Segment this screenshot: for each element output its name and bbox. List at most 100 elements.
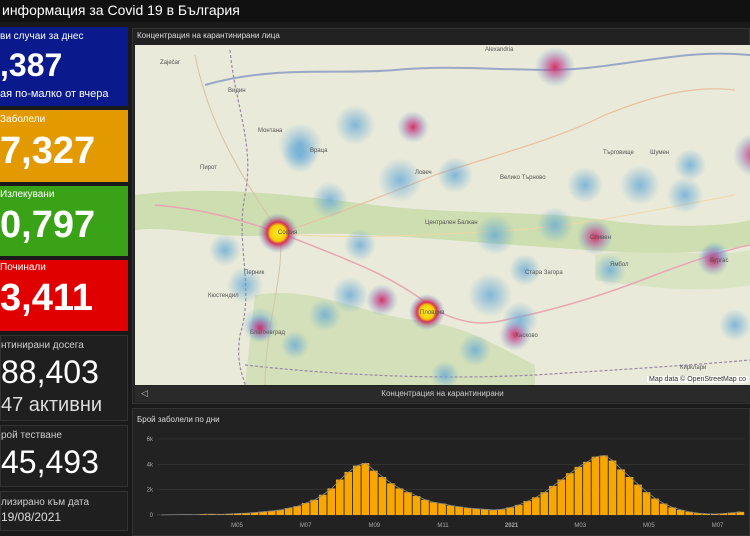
chart-bar[interactable] [659,503,668,515]
chart-bar[interactable] [583,461,591,515]
infected-label: Заболели [0,114,46,125]
recovered-label: Излекувани [0,189,55,200]
infected-value: 7,327 [0,130,96,172]
map-place-label: Alexandria [485,47,514,53]
chart-bar[interactable] [608,460,617,515]
chart-bar[interactable] [361,463,370,515]
chart-bar[interactable] [335,479,344,515]
infected-card: Заболели 7,327 [0,110,128,182]
chart-x-tick-label: M07 [300,523,312,529]
updated-date: 19/08/2021 [1,510,62,524]
tests-label: рой тестване [1,430,62,441]
chart-x-tick-label: 2021 [505,523,519,529]
recovered-card: Излекувани 0,797 [0,186,128,256]
cases-chart[interactable]: 0 2k 4k 6k M05 M07 M09 M11 2021 M03 M05 M07 [133,409,749,535]
chart-bar[interactable] [344,471,353,515]
quarantined-card: нтинирани досега 88,403 47 активни [0,335,128,421]
chart-bar[interactable] [472,508,480,515]
chart-bar[interactable] [549,485,557,515]
chart-y-tick-label: 4k [147,462,154,468]
map-place-label: Ловеч [415,170,432,176]
map-place-label: Сливен [590,235,611,241]
map-place-label: Централен Балкан [425,220,478,226]
updated-card: лизирано към дата 19/08/2021 [0,491,128,531]
chart-bar[interactable] [600,455,608,515]
chart-bar[interactable] [540,492,549,515]
map-place-label: Пирот [200,165,217,171]
new-cases-card: ви случаи за днес ,387 ая по-малко от вч… [0,27,128,106]
chart-bar[interactable] [497,509,506,515]
chart-bar[interactable] [463,508,472,515]
map-place-label: Бургас [710,258,729,264]
chart-bar[interactable] [574,466,583,515]
map-svg [135,47,750,385]
map-panel-title: Концентрация на карантинирани лица [137,31,280,40]
chart-bar[interactable] [591,456,600,515]
map-place-label: Хасково [515,333,538,339]
chart-bar[interactable] [506,507,515,515]
quarantined-value: 88,403 [1,354,99,390]
chart-bar[interactable] [625,477,634,515]
chart-x-tick-label: M07 [712,523,724,529]
new-cases-comparison: ая по-малко от вчера [0,88,109,100]
chart-bar[interactable] [489,509,498,515]
chart-bar[interactable] [429,502,438,515]
map-place-label: Перник [244,270,265,276]
chart-bar[interactable] [412,496,421,515]
chart-bar[interactable] [668,507,676,515]
chart-bar[interactable] [421,499,429,515]
chart-bar[interactable] [455,506,463,515]
chart-bar[interactable] [514,504,523,515]
chart-bar[interactable] [293,506,302,515]
chart-x-tick-label: M09 [368,523,380,529]
chart-bar[interactable] [557,479,566,515]
deaths-value: 3,411 [0,277,93,319]
chart-bar[interactable] [301,502,310,515]
map-place-label: София [278,230,298,236]
chart-bar[interactable] [642,492,651,515]
chart-bar[interactable] [404,492,412,515]
chart-bar[interactable] [480,509,489,515]
chart-y-tick-label: 2k [147,488,154,494]
map-place-label: Шумен [650,150,670,156]
new-cases-value: ,387 [0,47,63,83]
cases-chart-panel: Брой заболели по дни 0 2k 4k 6k M05 M07 M09 M11… [132,408,750,536]
map-footer-label[interactable]: Концентрация на карантинирани [135,389,750,398]
chart-bar[interactable] [523,501,532,515]
chart-bar[interactable] [318,494,327,515]
map-place-label: Стара Загора [525,270,563,276]
chart-bar[interactable] [446,505,455,516]
chart-bar[interactable] [566,473,574,515]
map-place-label: Кирклари [680,365,707,371]
chart-bar[interactable] [531,497,540,515]
chart-bar[interactable] [438,503,446,515]
chart-bar[interactable] [378,477,387,515]
dashboard-title: информация за Covid 19 в България [0,0,750,22]
map-place-label: Враца [310,148,328,154]
map-footer-bar: ◁ Концентрация на карантинирани [135,386,750,402]
danube-river [204,52,750,86]
chart-bar[interactable] [617,469,625,515]
chart-bar[interactable] [651,498,659,515]
map-place-label: Велико Търново [500,175,546,181]
map-place-label: Кюстендил [208,293,239,299]
chart-bar[interactable] [353,465,361,515]
map-place-label: Търговище [603,150,634,156]
heatmap[interactable]: Alexandria Zaječar Видин Монтана Враца Пирот Л… [135,45,750,385]
chart-x-tick-label: M11 [437,523,449,529]
chart-bar[interactable] [634,484,642,515]
chart-bar[interactable] [310,499,319,515]
chart-bar[interactable] [395,488,404,515]
chart-bar[interactable] [327,488,336,515]
map-place-label: Ямбол [610,262,629,268]
new-cases-label: ви случаи за днес [0,31,84,42]
chart-x-tick-label: M05 [643,523,655,529]
map-place-label: Видин [228,88,246,94]
chart-y-tick-label: 6k [147,437,154,443]
map-place-label: Пловдив [420,310,445,316]
map-place-label: Монтана [258,128,283,134]
map-attribution[interactable]: Map data © OpenStreetMap co [647,376,748,383]
chart-bar[interactable] [370,470,378,515]
tests-value: 45,493 [1,444,99,480]
chart-bar[interactable] [387,483,395,515]
